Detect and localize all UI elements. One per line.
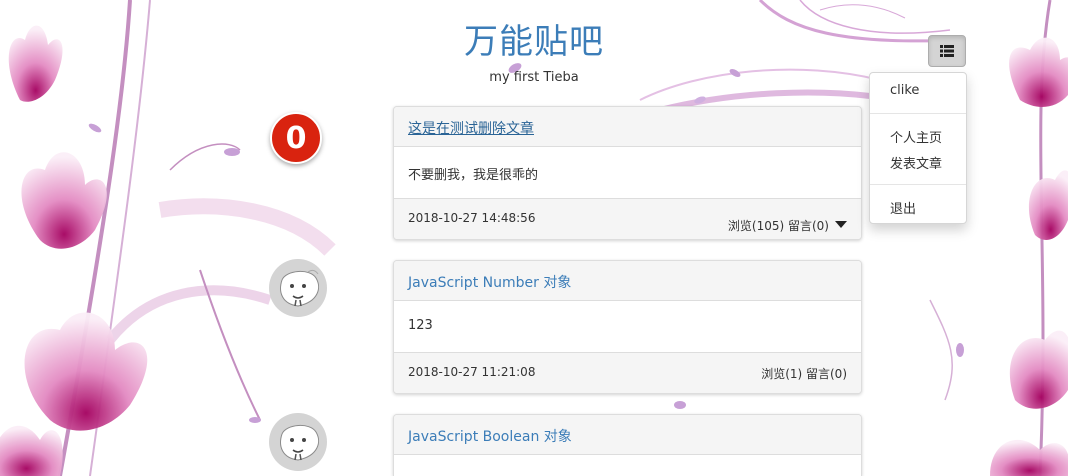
caret-down-icon[interactable] <box>835 220 847 228</box>
list-icon <box>940 45 954 57</box>
post-stats: 浏览(105) 留言(0) <box>727 218 829 233</box>
cartoon-face-avatar-icon <box>269 259 327 317</box>
post-count-badge: 0 <box>270 112 322 164</box>
post-title-link[interactable]: JavaScript Boolean 对象 <box>408 429 572 445</box>
menu-item-profile[interactable]: 个人主页 <box>890 127 942 146</box>
post-card: 这是在测试删除文章 不要删我，我是很乖的 2018-10-27 14:48:56… <box>393 106 862 240</box>
post-title-link[interactable]: 这是在测试删除文章 <box>408 121 534 137</box>
cartoon-face-avatar-icon <box>269 413 327 471</box>
post-body: 不要删我，我是很乖的 <box>394 147 861 199</box>
post-header: JavaScript Number 对象 <box>394 261 861 301</box>
post-footer: 2018-10-27 11:21:08 浏览(1) 留言(0) <box>394 353 861 393</box>
menu-toggle-button[interactable] <box>928 35 966 67</box>
site-title: 万能贴吧 <box>464 22 604 62</box>
menu-divider <box>870 113 966 114</box>
user-dropdown-menu: clike 个人主页 发表文章 退出 <box>869 72 967 224</box>
post-card: JavaScript Number 对象 123 2018-10-27 11:2… <box>393 260 862 394</box>
post-title-link[interactable]: JavaScript Number 对象 <box>408 275 571 291</box>
menu-divider <box>870 184 966 185</box>
post-header: JavaScript Boolean 对象 <box>394 415 861 455</box>
menu-item-username[interactable]: clike <box>890 83 919 98</box>
post-stats: 浏览(1) 留言(0) <box>761 367 847 381</box>
post-header: 这是在测试删除文章 <box>394 107 861 147</box>
post-date: 2018-10-27 11:21:08 <box>408 365 536 379</box>
post-card: JavaScript Boolean 对象 <box>393 414 862 476</box>
post-date: 2018-10-27 14:48:56 <box>408 211 536 225</box>
post-body: 123 <box>394 301 861 353</box>
menu-item-new-post[interactable]: 发表文章 <box>890 153 942 172</box>
post-footer: 2018-10-27 14:48:56 浏览(105) 留言(0) <box>394 199 861 239</box>
menu-item-logout[interactable]: 退出 <box>890 198 916 217</box>
